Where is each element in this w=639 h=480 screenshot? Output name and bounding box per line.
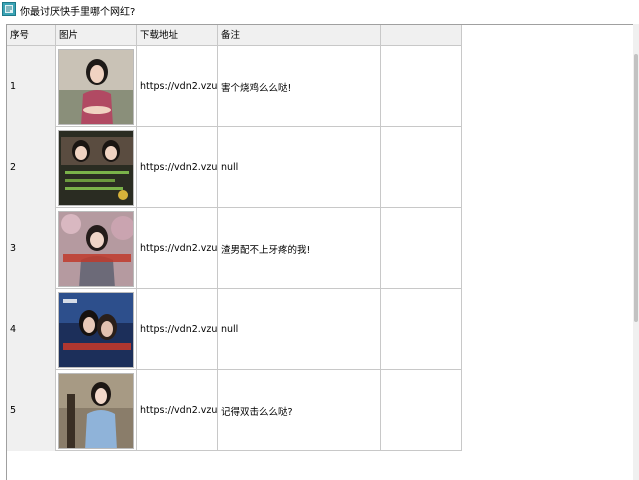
scrollbar-thumb[interactable] xyxy=(634,54,638,322)
row-index: 3 xyxy=(7,208,56,289)
row-index: 4 xyxy=(7,289,56,370)
photo-thumbnail xyxy=(58,129,134,206)
app-icon xyxy=(2,2,16,16)
photo-thumbnail xyxy=(58,48,134,125)
row-note[interactable]: 渣男配不上牙疼的我! xyxy=(218,208,381,289)
row-blank[interactable] xyxy=(381,208,462,289)
table-row[interactable]: 1 https://vdn2.vzu 害个烧鸡么么哒! xyxy=(7,46,462,127)
row-index: 1 xyxy=(7,46,56,127)
photo-thumbnail xyxy=(58,291,134,368)
row-blank[interactable] xyxy=(381,289,462,370)
table-row[interactable]: 3 https://vdn2.vzu 渣男配不上牙疼的我! xyxy=(7,208,462,289)
header-image[interactable]: 图片 xyxy=(56,25,137,46)
row-blank[interactable] xyxy=(381,370,462,451)
table-row[interactable]: 5 https://vdn2.vzu 记得双击么么哒? xyxy=(7,370,462,451)
row-image-cell[interactable] xyxy=(56,370,137,451)
row-image-cell[interactable] xyxy=(56,289,137,370)
row-url[interactable]: https://vdn2.vzu xyxy=(137,46,218,127)
header-note[interactable]: 备注 xyxy=(218,25,381,46)
row-note[interactable]: null xyxy=(218,289,381,370)
row-note[interactable]: 记得双击么么哒? xyxy=(218,370,381,451)
table-row[interactable]: 2 https://vdn2.vzu null xyxy=(7,127,462,208)
header-row: 序号 图片 下载地址 备注 xyxy=(7,25,462,46)
row-blank[interactable] xyxy=(381,127,462,208)
title-bar: 你最讨厌快手里哪个网红? xyxy=(0,0,639,20)
row-url[interactable]: https://vdn2.vzu xyxy=(137,127,218,208)
row-index: 5 xyxy=(7,370,56,451)
row-image-cell[interactable] xyxy=(56,208,137,289)
window-title: 你最讨厌快手里哪个网红? xyxy=(20,7,136,18)
row-note[interactable]: 害个烧鸡么么哒! xyxy=(218,46,381,127)
row-image-cell[interactable] xyxy=(56,127,137,208)
photo-thumbnail xyxy=(58,210,134,287)
table-row[interactable]: 4 https://vdn2.vzu null xyxy=(7,289,462,370)
photo-thumbnail xyxy=(58,372,134,449)
row-url[interactable]: https://vdn2.vzu xyxy=(137,208,218,289)
row-url[interactable]: https://vdn2.vzu xyxy=(137,370,218,451)
row-note[interactable]: null xyxy=(218,127,381,208)
row-index: 2 xyxy=(7,127,56,208)
header-blank[interactable] xyxy=(381,25,462,46)
header-url[interactable]: 下载地址 xyxy=(137,25,218,46)
vertical-scrollbar[interactable] xyxy=(633,24,639,480)
row-url[interactable]: https://vdn2.vzu xyxy=(137,289,218,370)
table-frame: 序号 图片 下载地址 备注 1 https://vdn2.vzu 害个烧鸡么么哒… xyxy=(6,24,639,480)
header-index[interactable]: 序号 xyxy=(7,25,56,46)
row-image-cell[interactable] xyxy=(56,46,137,127)
row-blank[interactable] xyxy=(381,46,462,127)
